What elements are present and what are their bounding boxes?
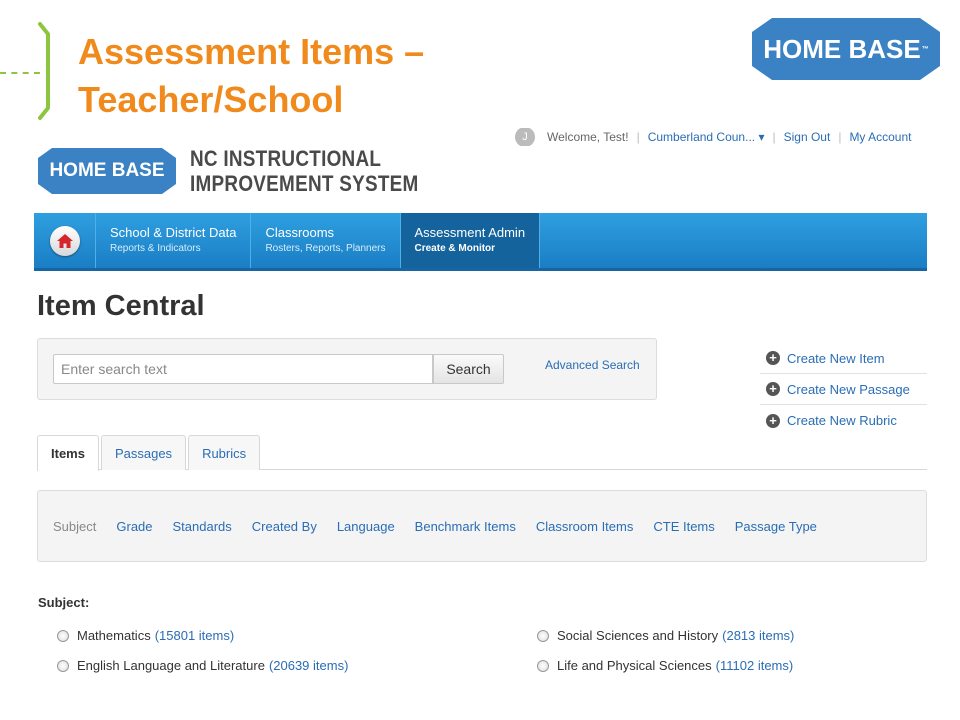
subject-name: Life and Physical Sciences: [557, 658, 712, 673]
filter-classroom-items[interactable]: Classroom Items: [536, 519, 634, 534]
divider: |: [772, 130, 776, 144]
system-name-line-1: NC INSTRUCTIONAL: [190, 146, 382, 171]
divider: |: [636, 130, 640, 144]
filter-benchmark-items[interactable]: Benchmark Items: [415, 519, 516, 534]
filter-created-by[interactable]: Created By: [252, 519, 317, 534]
home-base-logo: HOME BASE ™: [752, 18, 940, 80]
filter-grade[interactable]: Grade: [116, 519, 152, 534]
filter-subject[interactable]: Subject: [53, 519, 96, 534]
subject-count-link[interactable]: (15801 items): [155, 628, 234, 643]
create-new-rubric-link[interactable]: + Create New Rubric: [760, 405, 927, 436]
system-name-line-2: IMPROVEMENT SYSTEM: [190, 171, 419, 196]
nav-home[interactable]: [34, 213, 96, 268]
nav-item-title: School & District Data: [110, 225, 237, 240]
tab-items[interactable]: Items: [37, 435, 99, 471]
filter-language[interactable]: Language: [337, 519, 395, 534]
subject-name: Mathematics: [77, 628, 151, 643]
sign-out-link[interactable]: Sign Out: [784, 130, 831, 144]
app-home-base-logo[interactable]: HOME BASE: [38, 148, 176, 194]
subject-option-social-sciences[interactable]: Social Sciences and History (2813 items): [537, 628, 794, 643]
nav-item-title: Classrooms: [265, 225, 335, 240]
chevron-down-icon: ▾: [758, 130, 765, 144]
subject-option-life-physical-sciences[interactable]: Life and Physical Sciences (11102 items): [537, 658, 793, 673]
create-new-passage-link[interactable]: + Create New Passage: [760, 374, 927, 405]
filter-standards[interactable]: Standards: [173, 519, 232, 534]
tab-rubrics[interactable]: Rubrics: [188, 435, 261, 470]
filter-cte-items[interactable]: CTE Items: [653, 519, 714, 534]
nav-item-subtitle: Rosters, Reports, Planners: [265, 243, 386, 254]
home-icon[interactable]: [49, 225, 80, 256]
district-selector[interactable]: Cumberland Coun... ▾: [648, 130, 765, 144]
subject-name: English Language and Literature: [77, 658, 265, 673]
search-input[interactable]: [53, 354, 433, 384]
plus-circle-icon: +: [766, 382, 780, 396]
nav-classrooms[interactable]: Classrooms Rosters, Reports, Planners: [251, 213, 401, 268]
subject-count-link[interactable]: (11102 items): [716, 658, 794, 673]
advanced-search-link[interactable]: Advanced Search: [545, 358, 640, 372]
subject-count-link[interactable]: (2813 items): [722, 628, 794, 643]
radio-button[interactable]: [537, 659, 549, 672]
search-button[interactable]: Search: [433, 354, 504, 384]
avatar[interactable]: J: [515, 128, 535, 146]
logo-text: HOME BASE: [763, 33, 921, 64]
filter-bar: Subject Grade Standards Created By Langu…: [37, 490, 927, 562]
create-item-label: Create New Passage: [787, 381, 910, 397]
filter-passage-type[interactable]: Passage Type: [735, 519, 817, 534]
nav-item-title: Assessment Admin: [414, 225, 526, 240]
search-panel: Search Advanced Search: [37, 338, 657, 400]
my-account-link[interactable]: My Account: [849, 130, 911, 144]
subject-heading: Subject:: [38, 595, 90, 610]
radio-button[interactable]: [57, 659, 69, 672]
nav-item-subtitle: Create & Monitor: [414, 243, 496, 254]
subject-option-mathematics[interactable]: Mathematics (15801 items): [57, 628, 234, 643]
slide-title-line-1: Assessment Items –: [78, 31, 425, 72]
main-nav: School & District Data Reports & Indicat…: [34, 213, 927, 271]
app-logo-text: HOME BASE: [49, 160, 165, 181]
tab-passages[interactable]: Passages: [100, 435, 187, 470]
welcome-text: Welcome, Test!: [547, 130, 629, 144]
dashed-accent-line: [0, 72, 40, 74]
create-item-label: Create New Item: [787, 350, 885, 366]
content-tabs: Items Passages Rubrics: [37, 435, 927, 471]
nav-assessment-admin[interactable]: Assessment Admin Create & Monitor: [400, 213, 541, 268]
create-actions: + Create New Item + Create New Passage +…: [760, 343, 927, 436]
subject-count-link[interactable]: (20639 items): [269, 658, 348, 673]
subject-name: Social Sciences and History: [557, 628, 719, 643]
page-title: Item Central: [37, 290, 205, 322]
system-name: NC INSTRUCTIONAL IMPROVEMENT SYSTEM: [190, 146, 419, 196]
slide-title-line-2: Teacher/School: [78, 79, 344, 120]
plus-circle-icon: +: [766, 351, 780, 365]
nav-school-district-data[interactable]: School & District Data Reports & Indicat…: [96, 213, 252, 268]
create-item-label: Create New Rubric: [787, 413, 897, 428]
divider: |: [838, 130, 842, 144]
slide-title: Assessment Items – Teacher/School: [78, 28, 424, 124]
nav-item-subtitle: Reports & Indicators: [110, 243, 201, 254]
radio-button[interactable]: [537, 629, 549, 642]
create-new-item-link[interactable]: + Create New Item: [760, 343, 927, 374]
subject-option-english[interactable]: English Language and Literature (20639 i…: [57, 658, 348, 673]
bracket-decoration: [38, 22, 50, 120]
radio-button[interactable]: [57, 629, 69, 642]
plus-circle-icon: +: [766, 413, 780, 428]
user-bar: J Welcome, Test! | Cumberland Coun... ▾ …: [515, 128, 927, 146]
